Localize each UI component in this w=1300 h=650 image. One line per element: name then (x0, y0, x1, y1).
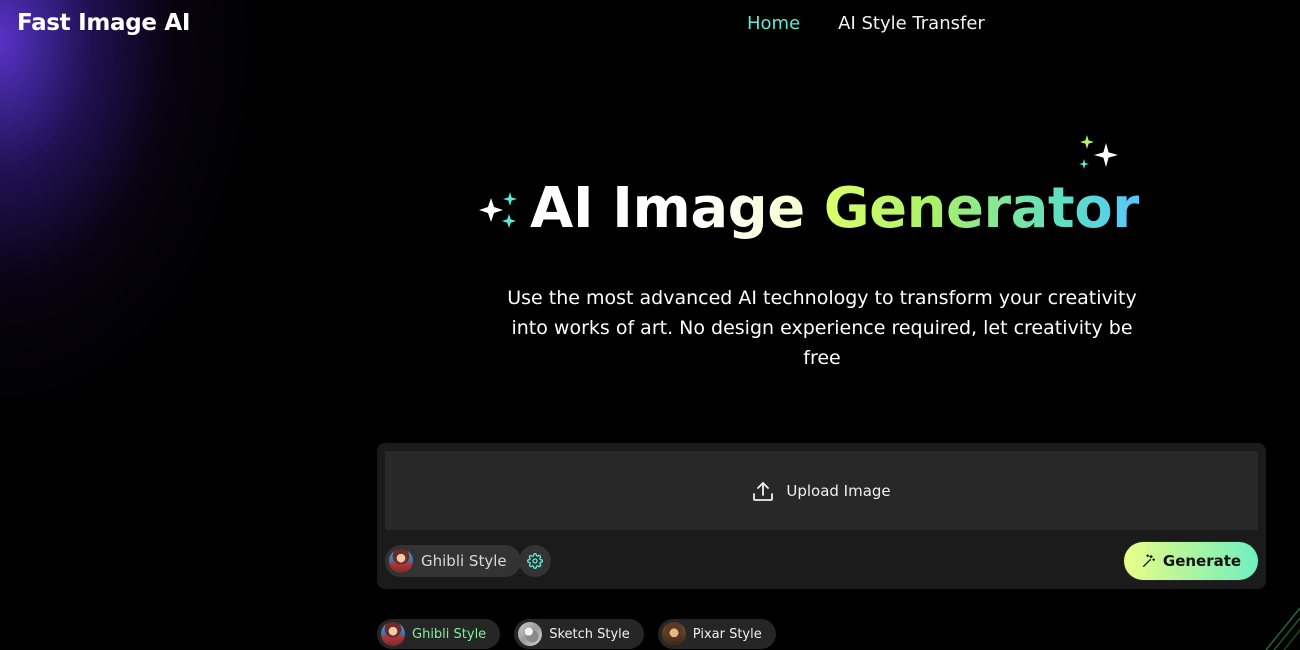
hero-title: AI Image Generator (530, 176, 1140, 241)
generate-label: Generate (1162, 552, 1242, 570)
selected-style-chip[interactable]: Ghibli Style (385, 545, 521, 577)
top-nav: Home AI Style Transfer (747, 13, 985, 34)
hero-subtitle: Use the most advanced AI technology to t… (507, 287, 1137, 369)
nav-home[interactable]: Home (747, 13, 800, 34)
selected-style-label: Ghibli Style (421, 552, 507, 570)
generator-panel: Upload Image Ghibli Style Generate (377, 443, 1266, 589)
preset-ghibli-style[interactable]: Ghibli Style (377, 619, 501, 649)
sparkle-icon (479, 192, 517, 228)
pixar-style-thumbnail (661, 622, 686, 646)
settings-button[interactable] (519, 545, 551, 577)
ghibli-style-thumbnail (381, 622, 405, 646)
hero-title-part1: AI Image (530, 176, 824, 241)
sketch-style-thumbnail (518, 622, 543, 646)
upload-image-label: Upload Image (786, 481, 891, 500)
magic-wand-icon (1142, 554, 1155, 567)
preset-label: Pixar Style (692, 626, 762, 642)
brand-logo[interactable]: Fast Image AI (17, 10, 190, 36)
sparkle-icon-right (1079, 135, 1118, 169)
preset-pixar-style[interactable]: Pixar Style (657, 619, 776, 649)
upload-icon (753, 481, 774, 501)
style-presets: Ghibli Style Sketch Style Pixar Style (377, 619, 776, 649)
preset-label: Sketch Style (549, 626, 630, 642)
upload-image-button[interactable]: Upload Image (385, 451, 1258, 530)
preset-label: Ghibli Style (412, 626, 487, 642)
nav-ai-style-transfer[interactable]: AI Style Transfer (838, 13, 985, 34)
generate-button[interactable]: Generate (1124, 542, 1258, 580)
gear-icon (527, 553, 543, 569)
decorative-corner-lines (1265, 607, 1300, 650)
hero-title-part2: Generator (823, 176, 1140, 241)
page: Fast Image AI Home AI Style Transfer AI … (0, 0, 1300, 650)
preset-sketch-style[interactable]: Sketch Style (514, 619, 644, 649)
ghibli-style-thumbnail (389, 549, 413, 573)
